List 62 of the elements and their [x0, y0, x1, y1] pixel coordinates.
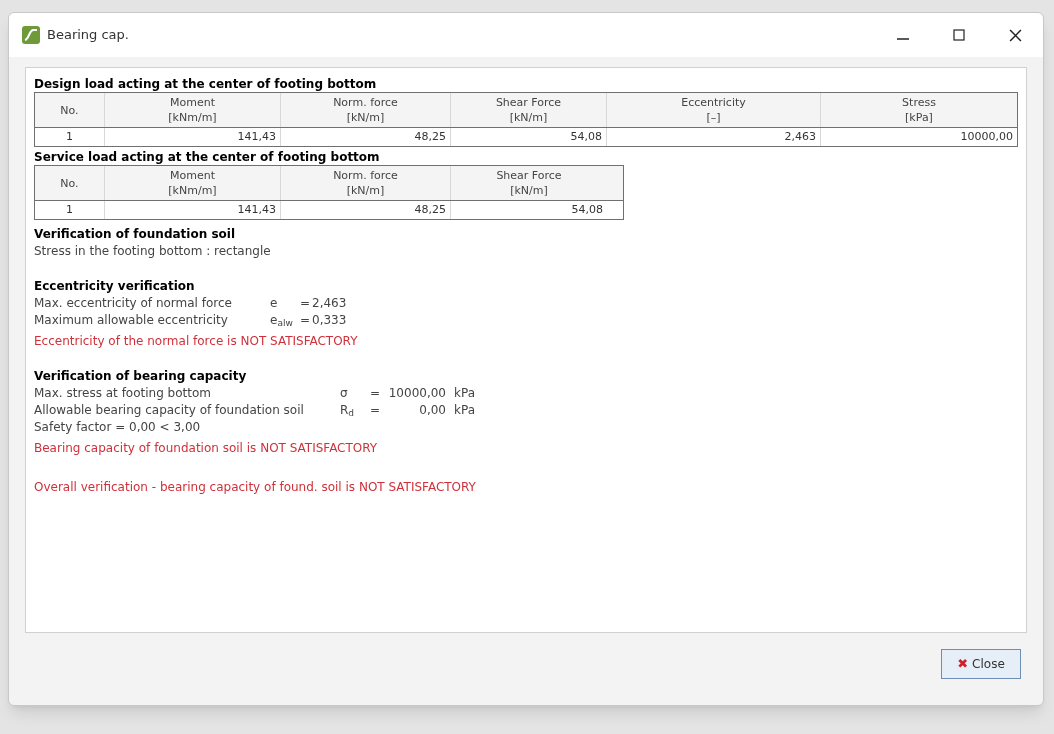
result-text: Stress in the footing bottom : rectangle: [34, 243, 272, 260]
unit-text: kPa: [454, 402, 475, 419]
column-unit: [kPa]: [905, 110, 933, 125]
table-cell-text: 48,25: [414, 128, 446, 145]
value-label: Max. eccentricity of normal force: [34, 295, 233, 312]
column-unit: [kN/m]: [510, 183, 548, 198]
table-cell-text: 10000,00: [960, 128, 1013, 145]
error-message: Overall verification - bearing capacity of found. soil is NOT SATISFACTORY: [34, 479, 477, 496]
table-cell-text: 141,43: [237, 128, 276, 145]
close-dialog-button[interactable]: ✖ Close: [941, 649, 1021, 679]
column-header: Stress: [902, 95, 936, 110]
table-cell-text: 48,25: [414, 201, 446, 218]
value-text: 10000,00: [387, 385, 446, 402]
table-title: Service load acting at the center of footing bottom: [34, 149, 381, 165]
maximize-icon: [953, 29, 965, 41]
column-header: Norm. force: [333, 168, 398, 183]
column-unit: [–]: [706, 110, 721, 125]
table-cell-text: 141,43: [237, 201, 276, 218]
table-cell-text: 1: [66, 201, 73, 218]
section-heading: Verification of bearing capacity: [34, 368, 248, 385]
symbol: e$_{alw}$: [270, 312, 294, 329]
table-cell-text: 1: [66, 128, 73, 145]
result-text: Safety factor = 0,00 < 3,00: [34, 419, 202, 436]
column-header: Norm. force: [333, 95, 398, 110]
error-message: Bearing capacity of foundation soil is NOT SATISFACTORY: [34, 440, 379, 457]
equals-sign: =: [300, 312, 312, 329]
error-message: Eccentricity of the normal force is NOT SATISFACTORY: [34, 333, 359, 350]
equals-sign: =: [370, 402, 382, 419]
column-header: No.: [60, 102, 79, 118]
column-header: No.: [60, 175, 79, 191]
symbol: e: [270, 295, 279, 312]
column-unit: [kN/m]: [509, 110, 548, 125]
equals-sign: =: [300, 295, 312, 312]
table-title: Design load acting at the center of footing bottom: [34, 76, 378, 92]
value-label: Allowable bearing capacity of foundation soil: [34, 402, 305, 419]
table-cell-text: 54,08: [571, 201, 603, 218]
app-icon: [21, 25, 41, 45]
value-text: 0,333: [312, 312, 347, 329]
column-unit: [kN/m]: [346, 110, 385, 125]
symbol: R$_{d}$: [340, 402, 356, 419]
column-unit: [kNm/m]: [168, 183, 217, 198]
column-header: Moment: [170, 168, 215, 183]
value-text: 0,00: [418, 402, 446, 419]
column-header: Moment: [170, 95, 215, 110]
table-cell-text: 2,463: [784, 128, 816, 145]
unit-text: kPa: [454, 385, 475, 402]
equals-sign: =: [370, 385, 382, 402]
value-label: Maximum allowable eccentricity: [34, 312, 229, 329]
window-title: Bearing cap.: [47, 26, 129, 45]
section-heading: Eccentricity verification: [34, 278, 196, 295]
column-header: Shear Force: [495, 95, 562, 110]
column-header: Eccentricity: [681, 95, 746, 110]
column-header: Shear Force: [496, 168, 562, 183]
value-text: 2,463: [312, 295, 347, 312]
close-icon: [1008, 28, 1022, 42]
value-label: Max. stress at footing bottom: [34, 385, 213, 402]
minimize-icon: [897, 38, 909, 40]
column-unit: [kNm/m]: [168, 110, 217, 125]
symbol: σ: [340, 385, 349, 402]
section-heading: Verification of foundation soil: [34, 226, 237, 243]
table-cell-text: 54,08: [570, 128, 602, 145]
column-unit: [kN/m]: [346, 183, 385, 198]
